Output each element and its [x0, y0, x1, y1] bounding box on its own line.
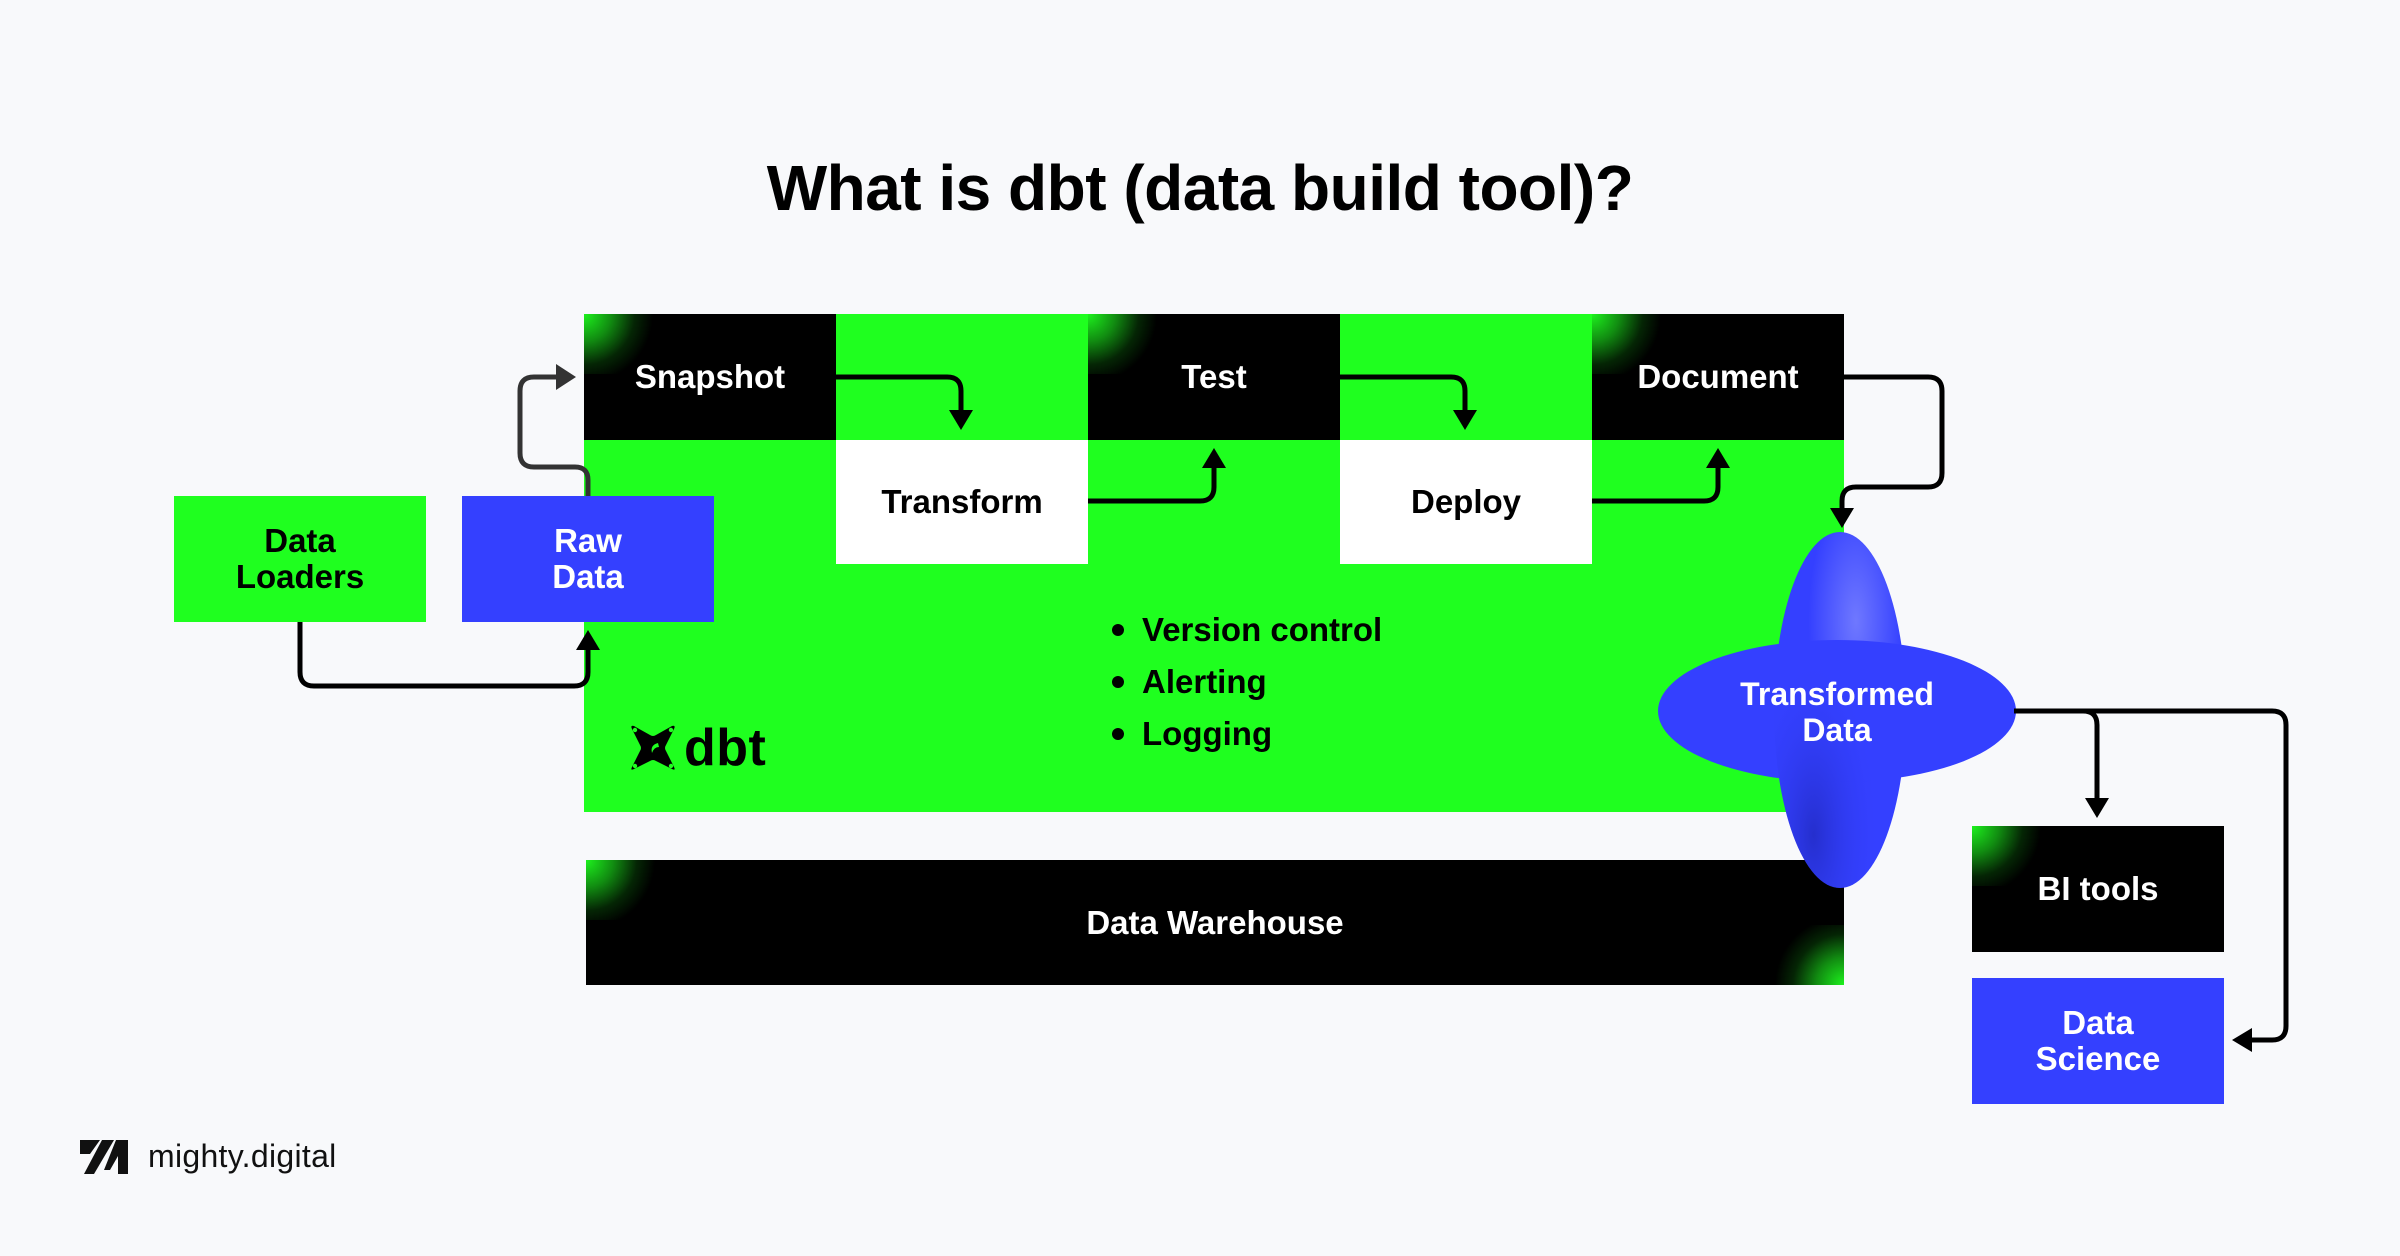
dbt-logo-text: dbt [684, 719, 767, 777]
connector-loaders-to-raw [297, 622, 591, 689]
feature-text: Logging [1142, 715, 1273, 752]
data-science-label: Data Science [2035, 1004, 2161, 1077]
dbt-logo-icon [631, 725, 675, 770]
transformed-data-label: Transformed Data [1740, 676, 1934, 748]
arrowhead-icon [2085, 798, 2109, 818]
connector-raw-to-snapshot [517, 374, 591, 496]
grain-texture [1774, 925, 1844, 985]
deploy-label: Deploy [1410, 483, 1522, 520]
grain-texture [586, 860, 656, 920]
data-loaders-label: Data Loaders [235, 522, 365, 595]
feature-item: Version control [1112, 604, 1382, 656]
bullet-icon [1112, 728, 1124, 740]
snapshot-node: Snapshot [584, 314, 836, 440]
test-node: Test [1088, 314, 1340, 440]
arrowhead-icon [556, 364, 576, 390]
bullet-icon [1112, 676, 1124, 688]
raw-data-node: Raw Data [462, 496, 714, 622]
snapshot-label: Snapshot [634, 358, 786, 395]
document-label: Document [1637, 358, 1799, 395]
brand-name: mighty.digital [148, 1138, 337, 1174]
bi-tools-label: BI tools [2037, 870, 2159, 907]
feature-text: Version control [1142, 611, 1383, 648]
feature-text: Alerting [1142, 663, 1267, 700]
arrowhead-icon [2232, 1028, 2252, 1052]
connector-document-to-transformed [1839, 374, 1945, 510]
page-title: What is dbt (data build tool)? [766, 152, 1634, 224]
grain-texture [1088, 314, 1158, 374]
transform-label: Transform [881, 483, 1043, 520]
grain-texture [1972, 826, 2042, 886]
dbt-logo: dbt [628, 718, 766, 778]
feature-list: Version control Alerting Logging [1112, 604, 1382, 760]
transform-node: Transform [836, 440, 1088, 564]
connector-to-bi-tools [2082, 708, 2100, 800]
bullet-icon [1112, 624, 1124, 636]
feature-item: Alerting [1112, 656, 1382, 708]
bi-tools-node: BI tools [1972, 826, 2224, 952]
feature-item: Logging [1112, 708, 1382, 760]
raw-data-label: Raw Data [552, 522, 624, 595]
mighty-digital-logo-icon [80, 1139, 128, 1174]
footer-brand: mighty.digital [80, 1138, 337, 1175]
test-label: Test [1181, 358, 1247, 395]
data-warehouse-label: Data Warehouse [1086, 903, 1344, 941]
data-warehouse-node: Data Warehouse [586, 860, 1844, 985]
data-science-node: Data Science [1972, 978, 2224, 1104]
document-node: Document [1592, 314, 1844, 440]
data-loaders-node: Data Loaders [174, 496, 426, 622]
deploy-node: Deploy [1340, 440, 1592, 564]
